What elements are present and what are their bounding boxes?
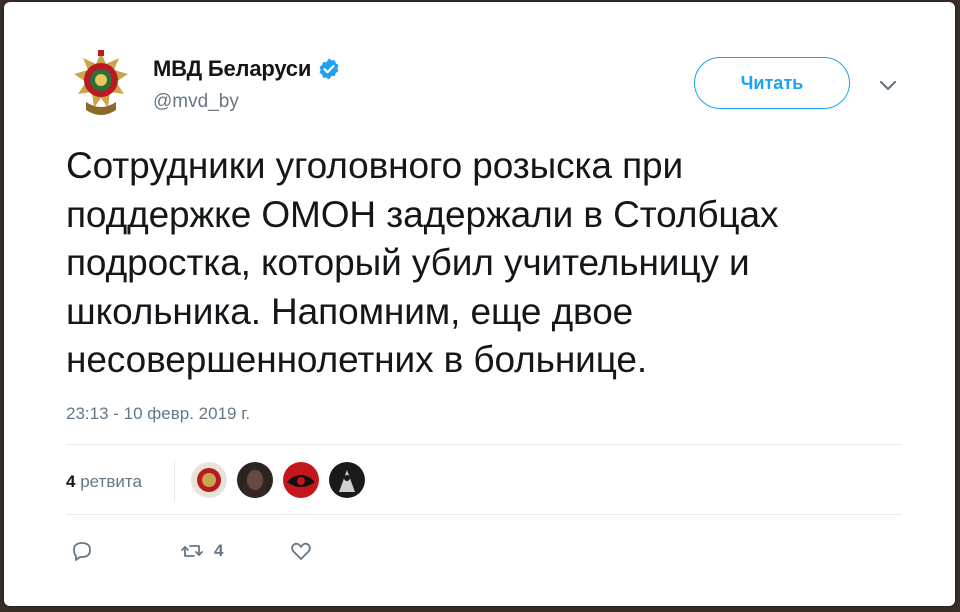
author-name-row[interactable]: МВД Беларуси	[153, 56, 341, 82]
tweet-text-line: школьника. Напомним, еще двое	[66, 290, 634, 332]
tweet-text: Сотрудники уголовного розыска при поддер…	[66, 142, 906, 385]
retweet-button[interactable]: 4	[180, 539, 223, 563]
reply-button[interactable]	[70, 539, 94, 563]
divider	[66, 444, 902, 445]
stats-divider	[174, 460, 175, 502]
tweet-text-line: несовершеннолетних в больнице.	[66, 339, 648, 380]
reply-icon	[73, 542, 91, 561]
police-emblem-icon[interactable]	[72, 50, 130, 122]
retweeter-avatar[interactable]	[283, 462, 319, 498]
retweeter-avatar[interactable]	[329, 462, 365, 498]
tweet-timestamp[interactable]: 23:13 - 10 февр. 2019 г.	[66, 404, 250, 424]
divider	[66, 514, 902, 515]
retweeter-avatars	[191, 462, 375, 498]
retweet-stats[interactable]: 4 ретвита	[66, 472, 142, 492]
tweet-text-line: подростка, который убил учительницу и	[66, 242, 750, 283]
follow-button[interactable]: Читать	[694, 57, 850, 109]
handle[interactable]: @mvd_by	[153, 91, 239, 113]
verified-badge-icon	[319, 58, 339, 80]
tweet-actions: 4	[70, 539, 313, 563]
chevron-down-icon[interactable]	[877, 74, 899, 96]
retweeter-avatar[interactable]	[191, 462, 227, 498]
retweeter-avatar[interactable]	[237, 462, 273, 498]
retweet-icon	[181, 545, 203, 557]
tweet-text-line: Сотрудники уголовного розыска при	[66, 145, 684, 186]
retweet-action-count: 4	[214, 541, 224, 560]
tweet-card: МВД Беларуси @mvd_by Читать Сотрудники у…	[4, 2, 955, 606]
retweet-label: ретвита	[80, 472, 142, 491]
display-name[interactable]: МВД Беларуси	[153, 56, 311, 82]
retweet-count: 4	[66, 472, 76, 491]
heart-icon	[291, 542, 312, 560]
tweet-text-line: поддержке ОМОН задержали в Столбцах	[66, 193, 779, 235]
like-button[interactable]	[289, 539, 313, 563]
